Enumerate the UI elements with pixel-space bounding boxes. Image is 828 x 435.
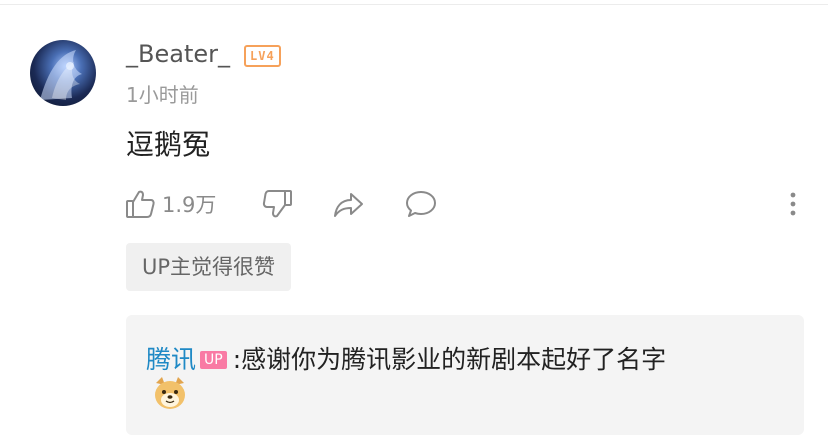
more-vertical-icon [790, 192, 796, 216]
share-button[interactable] [332, 184, 366, 224]
reply-author[interactable]: 腾讯 [146, 345, 196, 374]
avatar[interactable] [30, 40, 96, 106]
more-options-button[interactable] [776, 184, 810, 224]
username[interactable]: _Beater_ [126, 39, 230, 69]
like-count: 1.9万 [162, 193, 217, 217]
reply-text: 感谢你为腾讯影业的新剧本起好了名字 [241, 345, 667, 374]
reply-preview[interactable]: 腾讯 UP:感谢你为腾讯影业的新剧本起好了名字 [126, 315, 804, 435]
dislike-button[interactable] [260, 184, 294, 224]
up-liked-badge: UP主觉得很赞 [126, 243, 292, 291]
thumb-up-icon [126, 190, 155, 218]
comment-text: 逗鹅冤 [126, 128, 211, 161]
reply-line: 腾讯 UP:感谢你为腾讯影业的新剧本起好了名字 [146, 343, 666, 377]
top-divider [0, 0, 828, 5]
up-tag: UP [200, 351, 227, 369]
action-bar: 1.9万 [124, 184, 814, 224]
share-arrow-icon [334, 193, 363, 217]
doge-emoji-icon [155, 377, 185, 409]
reply-separator: : [232, 345, 242, 374]
like-button[interactable]: 1.9万 [124, 184, 216, 224]
comment-bubble-icon [406, 191, 436, 217]
reply-button[interactable] [404, 184, 438, 224]
timestamp: 1小时前 [126, 83, 199, 107]
level-badge: LV4 [244, 45, 281, 67]
thumb-down-icon [262, 190, 292, 218]
